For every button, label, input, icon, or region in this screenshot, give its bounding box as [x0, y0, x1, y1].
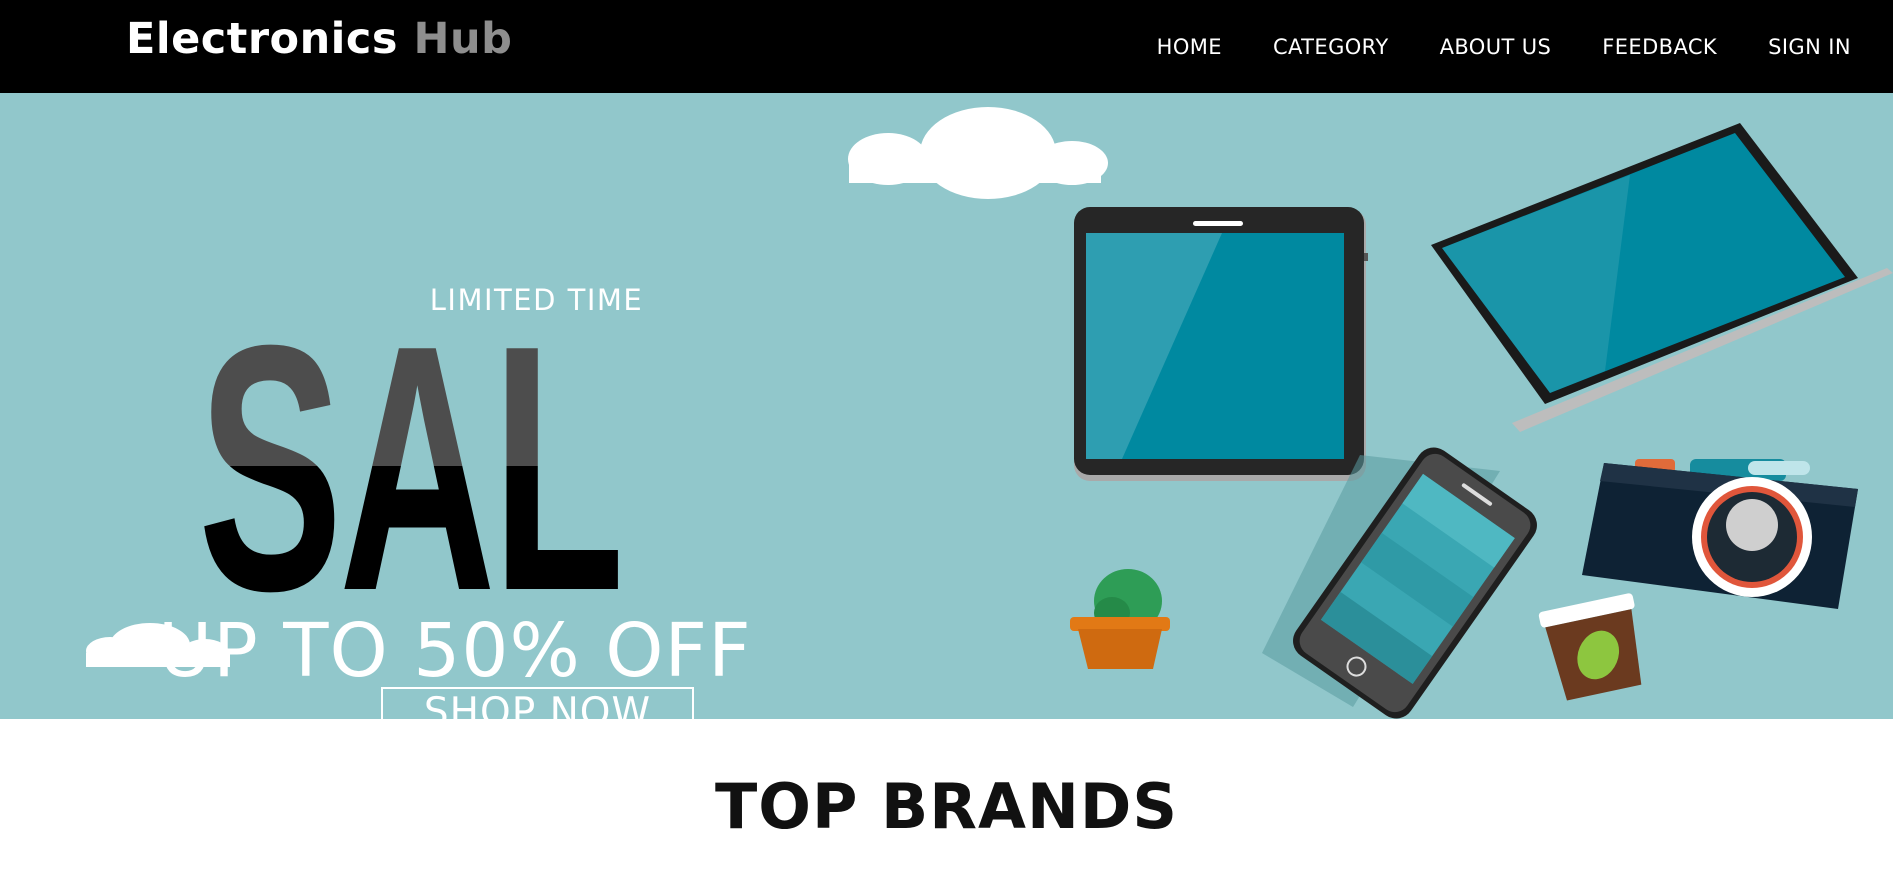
brand-name-primary: Electronics: [126, 14, 399, 64]
laptop-icon: [1431, 123, 1893, 432]
brand-logo[interactable]: Electronics Hub: [126, 14, 512, 64]
nav-home-link[interactable]: HOME: [1157, 35, 1222, 59]
nav-feedback-link[interactable]: FEEDBACK: [1602, 35, 1717, 59]
cloud-icon: [848, 107, 1108, 199]
camera-icon: [1582, 459, 1858, 609]
nav-category-link[interactable]: CATEGORY: [1273, 35, 1389, 59]
brand-name-secondary: Hub: [413, 14, 513, 64]
nav-about-us-link[interactable]: ABOUT US: [1440, 35, 1552, 59]
main-nav: HOME CATEGORY ABOUT US FEEDBACK SIGN IN: [1106, 0, 1851, 93]
sale-headline: SALE: [198, 273, 766, 664]
sale-banner[interactable]: LIMITED TIME SALE UP TO 50% OFF SHOP NOW: [0, 93, 1893, 719]
nav-sign-in-link[interactable]: SIGN IN: [1768, 35, 1851, 59]
top-navbar: Electronics Hub HOME CATEGORY ABOUT US F…: [0, 0, 1893, 93]
top-brands-heading: TOP BRANDS: [714, 770, 1178, 843]
shop-now-button[interactable]: SHOP NOW: [381, 687, 694, 719]
tablet-icon: [1074, 207, 1368, 481]
cactus-plant-icon: [1070, 569, 1170, 669]
coffee-cup-icon: [1538, 593, 1642, 701]
smartphone-icon: [1262, 447, 1537, 719]
discount-offer-text: UP TO 50% OFF: [158, 608, 752, 694]
